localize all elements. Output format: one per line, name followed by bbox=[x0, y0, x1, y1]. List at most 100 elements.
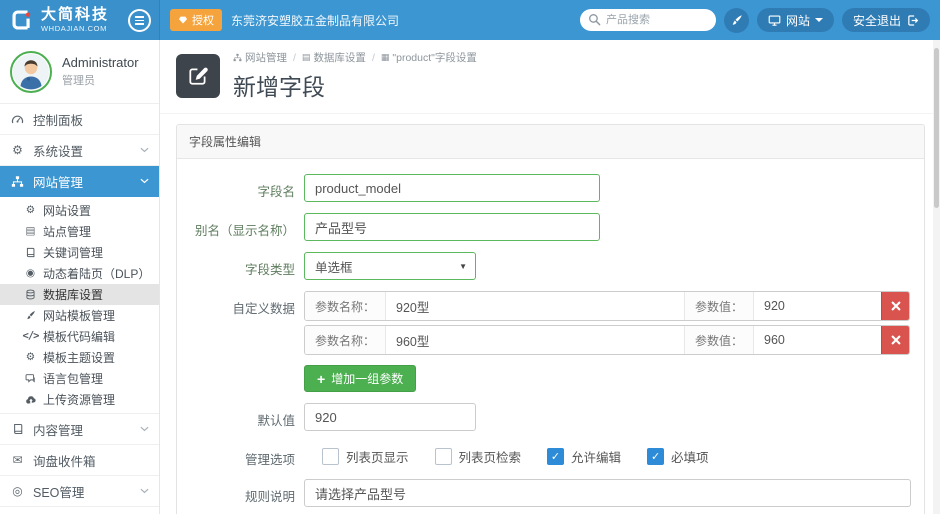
checkbox-checked-icon bbox=[647, 448, 665, 465]
param-name-input[interactable] bbox=[385, 292, 684, 320]
site-button[interactable]: 网站 bbox=[756, 8, 834, 32]
manage-options-label: 管理选项 bbox=[244, 453, 295, 467]
sidebar-item-sites[interactable]: 站点管理 bbox=[0, 221, 159, 242]
sidebar-item-upload-resources[interactable]: 上传资源管理 bbox=[0, 389, 159, 410]
add-param-button[interactable]: + 增加一组参数 bbox=[304, 365, 417, 392]
sidebar-item-template-theme[interactable]: 模板主题设置 bbox=[0, 347, 159, 368]
brush-icon bbox=[732, 14, 742, 25]
alias-label: 别名（显示名称） bbox=[194, 224, 295, 238]
company-name: 东莞济安塑胶五金制品有限公司 bbox=[231, 13, 400, 28]
checkbox-icon bbox=[434, 448, 452, 465]
sidebar-item-keywords[interactable]: 关键词管理 bbox=[0, 242, 159, 263]
field-type-selected-value: 单选框 bbox=[315, 260, 353, 275]
sidebar-item-label: 系统设置 bbox=[33, 144, 84, 159]
form-row-default-value: 默认值 bbox=[177, 403, 924, 431]
database-icon bbox=[24, 289, 37, 300]
field-name-input[interactable] bbox=[304, 174, 600, 202]
language-icon bbox=[24, 373, 37, 384]
sidebar-item-database-settings[interactable]: 数据库设置 bbox=[0, 284, 159, 305]
navbar-left-group: 授权 东莞济安塑胶五金制品有限公司 bbox=[170, 9, 399, 31]
sidebar-item-label: 控制面板 bbox=[33, 113, 84, 128]
checkbox-label: 允许编辑 bbox=[571, 451, 622, 465]
sidebar-item-seo[interactable]: SEO管理 bbox=[0, 476, 159, 507]
sidebar-item-label: 网站设置 bbox=[43, 204, 92, 218]
brand-logo[interactable]: 大简科技 WHDAJIAN.COM bbox=[0, 0, 160, 40]
license-badge[interactable]: 授权 bbox=[170, 9, 222, 31]
checkbox-list-display[interactable]: 列表页显示 bbox=[322, 447, 409, 466]
scrollbar-track[interactable] bbox=[933, 40, 940, 514]
default-value-label: 默认值 bbox=[257, 414, 295, 428]
checkbox-list-search[interactable]: 列表页检索 bbox=[434, 447, 521, 466]
breadcrumb-item[interactable]: 网站管理 bbox=[233, 50, 287, 65]
param-name-input[interactable] bbox=[385, 326, 684, 354]
panel-body: 字段名 别名（显示名称） 字段类型 单选框 bbox=[177, 159, 924, 514]
sidebar-item-inquiry-inbox[interactable]: 询盘收件箱 bbox=[0, 445, 159, 476]
add-param-button-label: 增加一组参数 bbox=[331, 372, 404, 386]
checkbox-allow-edit[interactable]: 允许编辑 bbox=[547, 447, 621, 466]
alias-input[interactable] bbox=[304, 213, 600, 241]
sidebar-item-label: 关键词管理 bbox=[43, 246, 104, 260]
checkbox-label: 必填项 bbox=[671, 451, 709, 465]
chevron-down-icon bbox=[140, 178, 149, 184]
brush-icon bbox=[24, 310, 37, 321]
sites-icon bbox=[24, 226, 37, 237]
sidebar-item-content-management[interactable]: 内容管理 bbox=[0, 414, 159, 445]
scrollbar-thumb[interactable] bbox=[934, 48, 939, 208]
form-row-alias: 别名（显示名称） bbox=[177, 213, 924, 241]
sidebar-item-website-management[interactable]: 网站管理 bbox=[0, 166, 159, 197]
sidebar-toggle-button[interactable] bbox=[128, 9, 151, 32]
page-title: 新增字段 bbox=[233, 74, 325, 100]
search-icon bbox=[589, 14, 601, 26]
delete-param-button[interactable] bbox=[881, 326, 909, 354]
sidebar-item-label: 动态着陆页（DLP） bbox=[43, 267, 151, 281]
sidebar-item-label: 数据库设置 bbox=[43, 288, 104, 302]
breadcrumb-item[interactable]: "product"字段设置 bbox=[381, 50, 477, 65]
sidebar-item-system-settings[interactable]: 系统设置 bbox=[0, 135, 159, 166]
sidebar-item-site-config[interactable]: 网站设置 bbox=[0, 200, 159, 221]
logout-button-label: 安全退出 bbox=[852, 13, 901, 28]
sidebar-item-label: 站点管理 bbox=[43, 225, 92, 239]
breadcrumb-label: 数据库设置 bbox=[313, 52, 366, 64]
delete-param-button[interactable] bbox=[881, 292, 909, 320]
database-rows-icon bbox=[302, 53, 311, 62]
user-name: Administrator bbox=[62, 55, 139, 70]
cogs-icon bbox=[24, 205, 37, 216]
close-icon bbox=[891, 301, 900, 311]
field-type-select[interactable]: 单选框 bbox=[304, 252, 476, 280]
breadcrumb-item[interactable]: 数据库设置 bbox=[302, 50, 366, 65]
avatar[interactable] bbox=[10, 50, 52, 93]
close-icon bbox=[891, 335, 900, 345]
app-window: 大简科技 WHDAJIAN.COM 授权 东莞济安塑胶五金制品有限公司 产品搜索… bbox=[0, 0, 940, 514]
sidebar: Administrator 管理员 控制面板 系统设置 网站管理 bbox=[0, 40, 160, 514]
default-value-input[interactable] bbox=[304, 403, 476, 431]
logout-button[interactable]: 安全退出 bbox=[841, 8, 930, 32]
seo-target-icon bbox=[10, 485, 25, 497]
sitemap-icon bbox=[10, 175, 25, 188]
checkbox-icon bbox=[322, 448, 339, 465]
top-navbar: 大简科技 WHDAJIAN.COM 授权 东莞济安塑胶五金制品有限公司 产品搜索… bbox=[0, 0, 940, 40]
sidebar-item-label: 网站模板管理 bbox=[43, 309, 116, 323]
gem-icon bbox=[178, 16, 188, 24]
sidebar-item-templates[interactable]: 网站模板管理 bbox=[0, 305, 159, 326]
rule-desc-input[interactable] bbox=[304, 479, 911, 507]
sidebar-item-template-code[interactable]: </> 模板代码编辑 bbox=[0, 326, 159, 347]
breadcrumb-label: "product"字段设置 bbox=[392, 52, 477, 64]
checkbox-required[interactable]: 必填项 bbox=[647, 447, 709, 466]
sidebar-item-dlp[interactable]: 动态着陆页（DLP） bbox=[0, 263, 159, 284]
chevron-down-icon bbox=[140, 426, 149, 432]
theme-brush-button[interactable] bbox=[723, 7, 749, 33]
param-name-addon: 参数名称： bbox=[305, 326, 386, 354]
brand-name: 大简科技 bbox=[41, 6, 110, 24]
sidebar-item-language-packs[interactable]: 语言包管理 bbox=[0, 368, 159, 389]
user-panel: Administrator 管理员 bbox=[0, 40, 159, 104]
dashboard-icon bbox=[10, 113, 25, 126]
form-row-field-type: 字段类型 单选框 bbox=[177, 252, 924, 280]
param-value-input[interactable] bbox=[753, 326, 881, 354]
sidebar-item-dashboard[interactable]: 控制面板 bbox=[0, 104, 159, 135]
brand-domain: WHDAJIAN.COM bbox=[41, 24, 107, 34]
param-row: 参数名称： 参数值： bbox=[304, 325, 910, 355]
param-value-input[interactable] bbox=[753, 292, 881, 320]
sidebar-item-label: 模板主题设置 bbox=[43, 351, 116, 365]
sidebar-item-label: 语言包管理 bbox=[43, 372, 104, 386]
dlp-icon bbox=[24, 268, 37, 279]
